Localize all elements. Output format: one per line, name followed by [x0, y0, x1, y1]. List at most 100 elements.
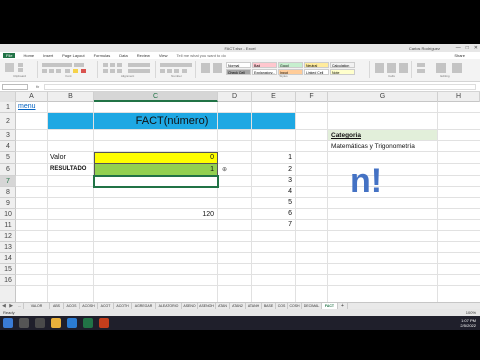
bold-icon[interactable]	[42, 69, 47, 73]
font-color-icon[interactable]	[81, 69, 86, 73]
formula-input[interactable]	[44, 84, 476, 90]
currency-icon[interactable]	[160, 69, 165, 73]
column-header-a[interactable]: A	[16, 92, 48, 102]
style-neutral[interactable]: Neutral	[304, 62, 329, 68]
row-header-4[interactable]: 4	[0, 141, 16, 152]
column-header-d[interactable]: D	[218, 92, 252, 102]
cut-icon[interactable]	[18, 63, 23, 67]
tab-view[interactable]: View	[159, 53, 168, 58]
maximize-icon[interactable]: □	[466, 45, 469, 51]
column-header-g[interactable]: G	[328, 92, 438, 102]
tab-page-layout[interactable]: Page Layout	[62, 53, 84, 58]
align-right-icon[interactable]	[117, 69, 122, 73]
sort-filter-icon[interactable]	[436, 63, 446, 73]
row-header-16[interactable]: 16	[0, 275, 16, 286]
align-bottom-icon[interactable]	[117, 63, 122, 67]
align-middle-icon[interactable]	[110, 63, 115, 67]
powerpoint-icon[interactable]	[99, 318, 109, 328]
row-header-12[interactable]: 12	[0, 231, 16, 242]
close-icon[interactable]: ✕	[474, 45, 478, 51]
tab-home[interactable]: Home	[23, 53, 34, 58]
fill-icon[interactable]	[417, 69, 425, 73]
column-header-f[interactable]: F	[296, 92, 328, 102]
format-cells-icon[interactable]	[399, 63, 408, 73]
underline-icon[interactable]	[56, 69, 61, 73]
row-header-9[interactable]: 9	[0, 198, 16, 209]
insert-cells-icon[interactable]	[375, 63, 384, 73]
style-good[interactable]: Good	[278, 62, 303, 68]
row-header-11[interactable]: 11	[0, 220, 16, 231]
taskbar-clock[interactable]: 1:07 PM 2/5/2022	[460, 318, 476, 328]
style-normal[interactable]: Normal	[226, 62, 251, 68]
row-header-10[interactable]: 10	[0, 209, 16, 220]
column-header-h[interactable]: H	[438, 92, 480, 102]
resultado-label: RESULTADO	[50, 166, 87, 172]
column-header-b[interactable]: B	[48, 92, 94, 102]
windows-start-icon[interactable]	[3, 318, 13, 328]
account-name[interactable]: Carlos Rodríguez	[409, 46, 440, 51]
align-top-icon[interactable]	[103, 63, 108, 67]
align-center-icon[interactable]	[110, 69, 115, 73]
font-size-dropdown[interactable]	[74, 63, 84, 67]
valor-input[interactable]: 0	[94, 154, 214, 161]
row-header-15[interactable]: 15	[0, 264, 16, 275]
select-all-corner[interactable]	[0, 92, 16, 102]
file-explorer-icon[interactable]	[51, 318, 61, 328]
row-header-2[interactable]: 2	[0, 113, 16, 130]
c10-value: 120	[202, 211, 214, 218]
tab-formulas[interactable]: Formulas	[94, 53, 111, 58]
row-header-1[interactable]: 1	[0, 102, 16, 113]
row-header-13[interactable]: 13	[0, 242, 16, 253]
zoom-level[interactable]: 100%	[466, 310, 476, 315]
share-button[interactable]: Share	[454, 53, 465, 58]
row-header-14[interactable]: 14	[0, 253, 16, 264]
style-bad[interactable]: Bad	[252, 62, 277, 68]
comma-icon[interactable]	[174, 69, 179, 73]
tab-data[interactable]: Data	[119, 53, 127, 58]
delete-cells-icon[interactable]	[387, 63, 396, 73]
row-header-6[interactable]: 6	[0, 164, 16, 176]
row-header-7[interactable]: 7	[0, 176, 16, 187]
format-as-table-icon[interactable]	[213, 63, 222, 73]
tab-file[interactable]: File	[3, 53, 16, 58]
minimize-icon[interactable]: —	[456, 45, 461, 51]
align-left-icon[interactable]	[103, 69, 108, 73]
conditional-formatting-icon[interactable]	[201, 63, 210, 73]
font-name-dropdown[interactable]	[42, 63, 72, 67]
status-ready: Ready	[3, 310, 15, 315]
name-box[interactable]	[2, 84, 28, 90]
menu-link[interactable]: menu	[18, 103, 36, 110]
fill-color-icon[interactable]	[73, 69, 78, 73]
borders-icon[interactable]	[65, 69, 70, 73]
style-calculation[interactable]: Calculation	[330, 62, 355, 68]
fx-icon[interactable]: fx	[36, 84, 39, 89]
tab-review[interactable]: Review	[137, 53, 150, 58]
merge-center-button[interactable]	[128, 69, 150, 73]
row-header-8[interactable]: 8	[0, 187, 16, 198]
number-format-dropdown[interactable]	[160, 63, 192, 67]
row-header-3[interactable]: 3	[0, 130, 16, 141]
windows-taskbar: 1:07 PM 2/5/2022	[0, 316, 480, 330]
search-icon[interactable]	[19, 318, 29, 328]
wrap-text-button[interactable]	[128, 63, 150, 67]
paste-icon[interactable]	[5, 63, 14, 72]
e-value: 5	[288, 199, 292, 206]
decimal-icon[interactable]	[182, 69, 187, 73]
italic-icon[interactable]	[49, 69, 54, 73]
cells-group: Cells	[372, 61, 412, 78]
task-view-icon[interactable]	[35, 318, 45, 328]
excel-icon[interactable]	[83, 318, 93, 328]
autosum-icon[interactable]	[417, 63, 425, 67]
row-header-5[interactable]: 5	[0, 152, 16, 164]
active-cell-c7[interactable]	[93, 175, 219, 188]
tell-me-search[interactable]: Tell me what you want to do	[176, 53, 225, 58]
find-select-icon[interactable]	[452, 63, 462, 73]
browser-icon[interactable]	[67, 318, 77, 328]
e-value: 3	[288, 177, 292, 184]
tab-insert[interactable]: Insert	[43, 53, 53, 58]
percent-icon[interactable]	[167, 69, 172, 73]
column-header-e[interactable]: E	[252, 92, 296, 102]
cell-area[interactable]: menu FACT(número) Categoria Matemáticas …	[16, 102, 480, 302]
copy-icon[interactable]	[18, 68, 23, 72]
column-header-c[interactable]: C	[94, 92, 218, 102]
